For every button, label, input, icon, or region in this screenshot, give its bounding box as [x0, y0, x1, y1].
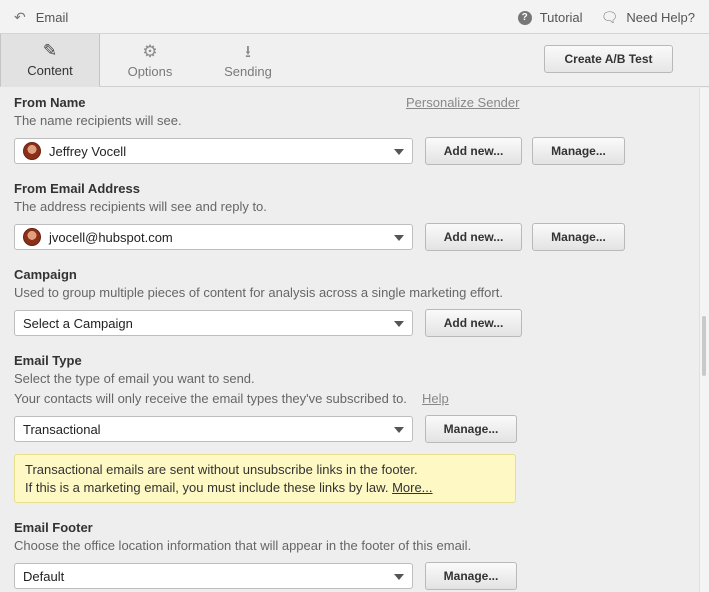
- chevron-down-icon: [394, 149, 404, 155]
- from-email-description: The address recipients will see and repl…: [14, 199, 267, 214]
- notice-line-1: Transactional emails are sent without un…: [25, 462, 418, 477]
- notice-line-2: If this is a marketing email, you must i…: [25, 479, 505, 497]
- tab-options-label: Options: [127, 63, 173, 79]
- back-to-email-link[interactable]: ↶ Email: [14, 9, 68, 26]
- from-name-value: Jeffrey Vocell: [49, 143, 127, 159]
- avatar: [23, 142, 41, 160]
- tab-sending-label: Sending: [224, 63, 272, 79]
- email-footer-manage-button[interactable]: Manage...: [425, 562, 517, 590]
- tab-sending[interactable]: ⭳ Sending: [198, 34, 298, 87]
- chat-bubble-icon: 🗨: [600, 9, 619, 25]
- from-name-select[interactable]: Jeffrey Vocell: [14, 138, 413, 164]
- campaign-add-new-button[interactable]: Add new...: [425, 309, 522, 337]
- tab-bar: ✎ Content ⚙ Options ⭳ Sending Create A/B…: [0, 34, 709, 87]
- from-name-add-new-button[interactable]: Add new...: [425, 137, 522, 165]
- campaign-title: Campaign: [14, 267, 77, 282]
- tutorial-label: Tutorial: [539, 10, 583, 25]
- email-type-help-link[interactable]: Help: [422, 391, 449, 406]
- chevron-down-icon: [394, 235, 404, 241]
- chevron-down-icon: [394, 574, 404, 580]
- top-links: ? Tutorial 🗨 Need Help?: [500, 9, 695, 26]
- pencil-icon: ✎: [42, 41, 58, 60]
- from-name-description: The name recipients will see.: [14, 113, 182, 128]
- campaign-value: Select a Campaign: [23, 315, 133, 331]
- inbox-download-icon: ⭳: [245, 41, 251, 61]
- email-footer-description: Choose the office location information t…: [14, 538, 472, 553]
- from-email-title: From Email Address: [14, 181, 140, 196]
- question-icon: ?: [517, 10, 532, 25]
- from-email-manage-button[interactable]: Manage...: [532, 223, 625, 251]
- email-footer-title: Email Footer: [14, 520, 93, 535]
- from-name-title: From Name: [14, 95, 86, 110]
- campaign-select[interactable]: Select a Campaign: [14, 310, 413, 336]
- email-footer-value: Default: [23, 568, 65, 584]
- create-ab-test-button[interactable]: Create A/B Test: [544, 45, 673, 73]
- tab-content[interactable]: ✎ Content: [0, 34, 100, 87]
- avatar: [23, 228, 41, 246]
- back-label: Email: [35, 10, 69, 25]
- need-help-link[interactable]: 🗨 Need Help?: [601, 9, 695, 26]
- from-name-manage-button[interactable]: Manage...: [532, 137, 625, 165]
- email-type-subscription-note: Your contacts will only receive the emai…: [14, 391, 407, 406]
- tab-content-label: Content: [27, 63, 73, 78]
- from-email-value: jvocell@hubspot.com: [49, 229, 173, 245]
- email-type-manage-button[interactable]: Manage...: [425, 415, 517, 443]
- scrollbar-thumb[interactable]: [702, 316, 706, 376]
- chevron-down-icon: [394, 427, 404, 433]
- chevron-down-icon: [394, 321, 404, 327]
- need-help-label: Need Help?: [626, 10, 695, 25]
- campaign-description: Used to group multiple pieces of content…: [14, 285, 503, 300]
- notice-line-2-text: If this is a marketing email, you must i…: [25, 480, 389, 495]
- email-footer-select[interactable]: Default: [14, 563, 413, 589]
- email-type-title: Email Type: [14, 353, 82, 368]
- tutorial-link[interactable]: ? Tutorial: [517, 9, 583, 26]
- top-bar: ↶ Email ? Tutorial 🗨 Need Help?: [0, 0, 709, 34]
- from-email-add-new-button[interactable]: Add new...: [425, 223, 522, 251]
- back-arrow-icon: ↶: [14, 9, 26, 25]
- transactional-notice: Transactional emails are sent without un…: [14, 454, 516, 503]
- from-email-select[interactable]: jvocell@hubspot.com: [14, 224, 413, 250]
- notice-more-link[interactable]: More...: [392, 480, 432, 495]
- content-panel: From Name Personalize Sender The name re…: [0, 88, 699, 592]
- tab-options[interactable]: ⚙ Options: [100, 34, 200, 87]
- email-type-value: Transactional: [23, 421, 101, 437]
- email-type-description: Select the type of email you want to sen…: [14, 371, 255, 386]
- email-type-select[interactable]: Transactional: [14, 416, 413, 442]
- personalize-sender-link[interactable]: Personalize Sender: [406, 95, 519, 110]
- gear-icon: ⚙: [142, 41, 158, 61]
